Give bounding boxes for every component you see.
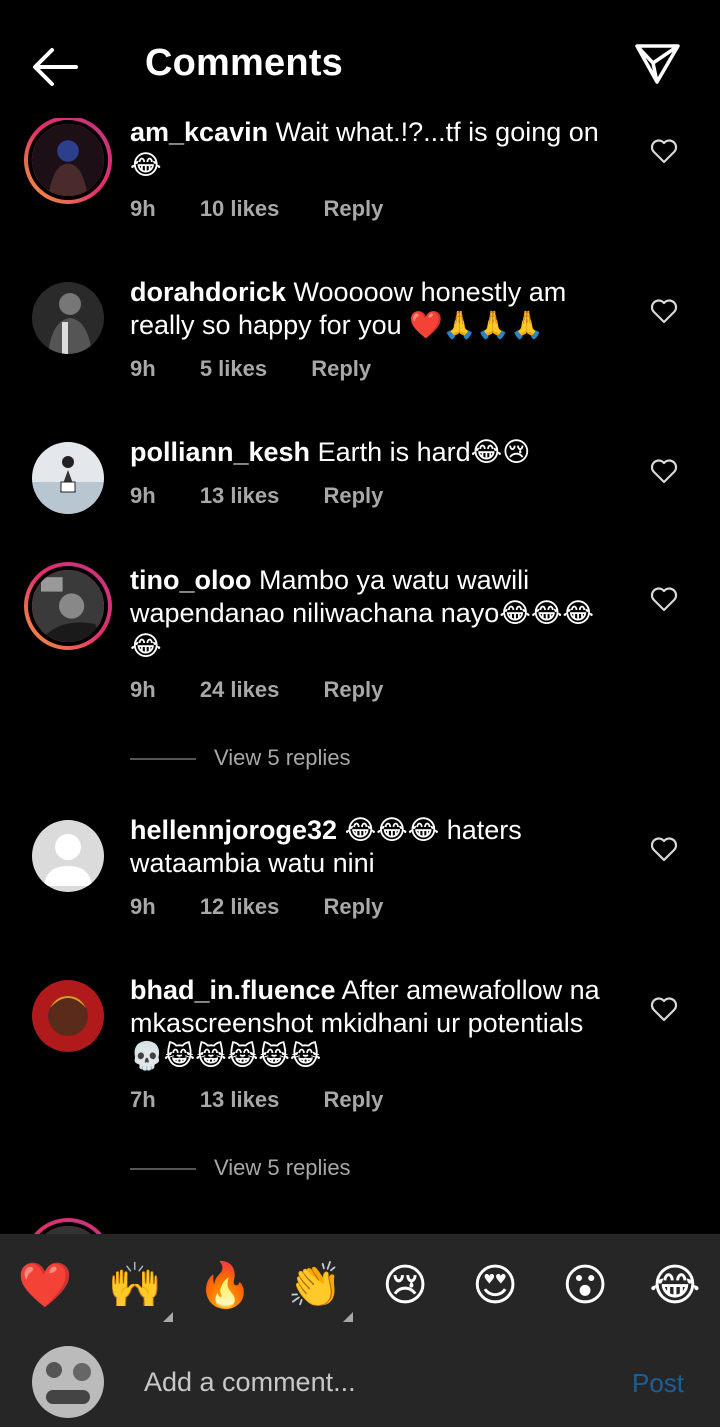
comment-time: 7h bbox=[130, 1087, 156, 1112]
raising-hands-emoji-button[interactable]: 🙌 bbox=[107, 1258, 173, 1322]
comment-username[interactable]: am_kcavin bbox=[130, 118, 268, 147]
avatar[interactable] bbox=[32, 820, 104, 892]
comment-likes[interactable]: 24 likes bbox=[200, 677, 280, 702]
comment-time: 9h bbox=[130, 356, 156, 381]
avatar[interactable] bbox=[24, 562, 112, 650]
reply-button[interactable]: Reply bbox=[311, 356, 371, 381]
clapping-hands-emoji-button[interactable]: 👏 bbox=[287, 1258, 353, 1322]
comment-likes[interactable]: 5 likes bbox=[200, 356, 267, 381]
view-replies-link[interactable]: View 5 replies bbox=[130, 1155, 351, 1181]
comment-likes[interactable]: 12 likes bbox=[200, 894, 280, 919]
tears-of-joy-emoji-button[interactable]: 😂 bbox=[647, 1258, 703, 1314]
comment-input[interactable] bbox=[130, 1360, 590, 1404]
heart-icon[interactable] bbox=[650, 996, 678, 1022]
heart-eyes-emoji-button[interactable]: 😍 bbox=[467, 1258, 523, 1314]
avatar[interactable] bbox=[24, 118, 112, 204]
view-replies-label: View 5 replies bbox=[214, 745, 351, 770]
reply-button[interactable]: Reply bbox=[323, 894, 383, 919]
comment-time: 9h bbox=[130, 483, 156, 508]
back-arrow-icon[interactable] bbox=[30, 44, 82, 90]
header: Comments bbox=[0, 0, 720, 118]
comment-meta: 7h 13 likes Reply bbox=[130, 1087, 421, 1113]
comment-meta: 9h 5 likes Reply bbox=[130, 356, 409, 382]
comment-list[interactable]: am_kcavin Wait what.!?...tf is going on … bbox=[0, 118, 720, 1234]
reply-button[interactable]: Reply bbox=[323, 677, 383, 702]
comment-username[interactable]: polliann_kesh bbox=[130, 437, 310, 467]
reply-button[interactable]: Reply bbox=[323, 483, 383, 508]
comment-likes[interactable]: 10 likes bbox=[200, 196, 280, 221]
surprised-face-emoji-button[interactable]: 😮 bbox=[557, 1258, 613, 1314]
comment-text: hellennjoroge32 😂😂😂 haters wataambia wat… bbox=[130, 814, 620, 880]
clapping-hands-emoji: 👏 bbox=[287, 1260, 343, 1311]
reply-button[interactable]: Reply bbox=[323, 1087, 383, 1112]
view-replies-link[interactable]: View 5 replies bbox=[130, 745, 351, 771]
heart-icon[interactable] bbox=[650, 458, 678, 484]
comment-text: bhad_in.fluence After amewafollow na mka… bbox=[130, 974, 620, 1073]
current-user-avatar bbox=[32, 1346, 104, 1418]
page-title: Comments bbox=[145, 42, 343, 84]
comment-text: polliann_kesh Earth is hard😂😢 bbox=[130, 436, 620, 469]
comment-meta: 9h 24 likes Reply bbox=[130, 677, 421, 703]
skin-tone-indicator bbox=[163, 1312, 173, 1322]
comment-time: 9h bbox=[130, 677, 156, 702]
comment-likes[interactable]: 13 likes bbox=[200, 1087, 280, 1112]
replies-divider bbox=[130, 1168, 196, 1171]
fire-emoji-button[interactable]: 🔥 bbox=[197, 1258, 253, 1314]
comment-meta: 9h 12 likes Reply bbox=[130, 894, 421, 920]
post-button[interactable]: Post bbox=[632, 1368, 684, 1399]
comment-text: am_kcavin Wait what.!?...tf is going on … bbox=[130, 118, 620, 182]
crying-face-emoji-button[interactable]: 😢 bbox=[377, 1258, 433, 1314]
comment-time: 9h bbox=[130, 196, 156, 221]
skin-tone-indicator bbox=[343, 1312, 353, 1322]
reply-button[interactable]: Reply bbox=[323, 196, 383, 221]
comment-time: 9h bbox=[130, 894, 156, 919]
avatar[interactable] bbox=[32, 980, 104, 1052]
heart-icon[interactable] bbox=[650, 586, 678, 612]
raising-hands-emoji: 🙌 bbox=[107, 1260, 163, 1311]
avatar[interactable] bbox=[32, 282, 104, 354]
comment-username[interactable]: dorahdorick bbox=[130, 277, 286, 307]
heart-icon[interactable] bbox=[650, 836, 678, 862]
comment-likes[interactable]: 13 likes bbox=[200, 483, 280, 508]
comment-meta: 9h 10 likes Reply bbox=[130, 196, 421, 222]
avatar[interactable] bbox=[32, 442, 104, 514]
red-heart-emoji-button[interactable]: ❤️ bbox=[17, 1258, 73, 1314]
direct-message-icon[interactable] bbox=[632, 40, 682, 86]
comment-text: tino_oloo Mambo ya watu wawili wapendana… bbox=[130, 564, 620, 663]
comment-username[interactable]: bhad_in.fluence bbox=[130, 975, 336, 1005]
view-replies-label: View 5 replies bbox=[214, 1155, 351, 1180]
comment-composer: Post bbox=[0, 1338, 720, 1427]
heart-icon[interactable] bbox=[650, 298, 678, 324]
heart-icon[interactable] bbox=[650, 138, 678, 164]
replies-divider bbox=[130, 758, 196, 761]
emoji-quick-bar: ❤️ 🙌 🔥 👏 😢 😍 😮 😂 bbox=[0, 1234, 720, 1338]
comment-username[interactable]: hellennjoroge32 bbox=[130, 815, 337, 845]
comment-meta: 9h 13 likes Reply bbox=[130, 483, 421, 509]
comment-body: Earth is hard😂😢 bbox=[317, 437, 531, 467]
avatar[interactable] bbox=[24, 1218, 112, 1234]
comment-username[interactable]: tino_oloo bbox=[130, 565, 251, 595]
comment-text: dorahdorick Wooooow honestly am really s… bbox=[130, 276, 620, 342]
